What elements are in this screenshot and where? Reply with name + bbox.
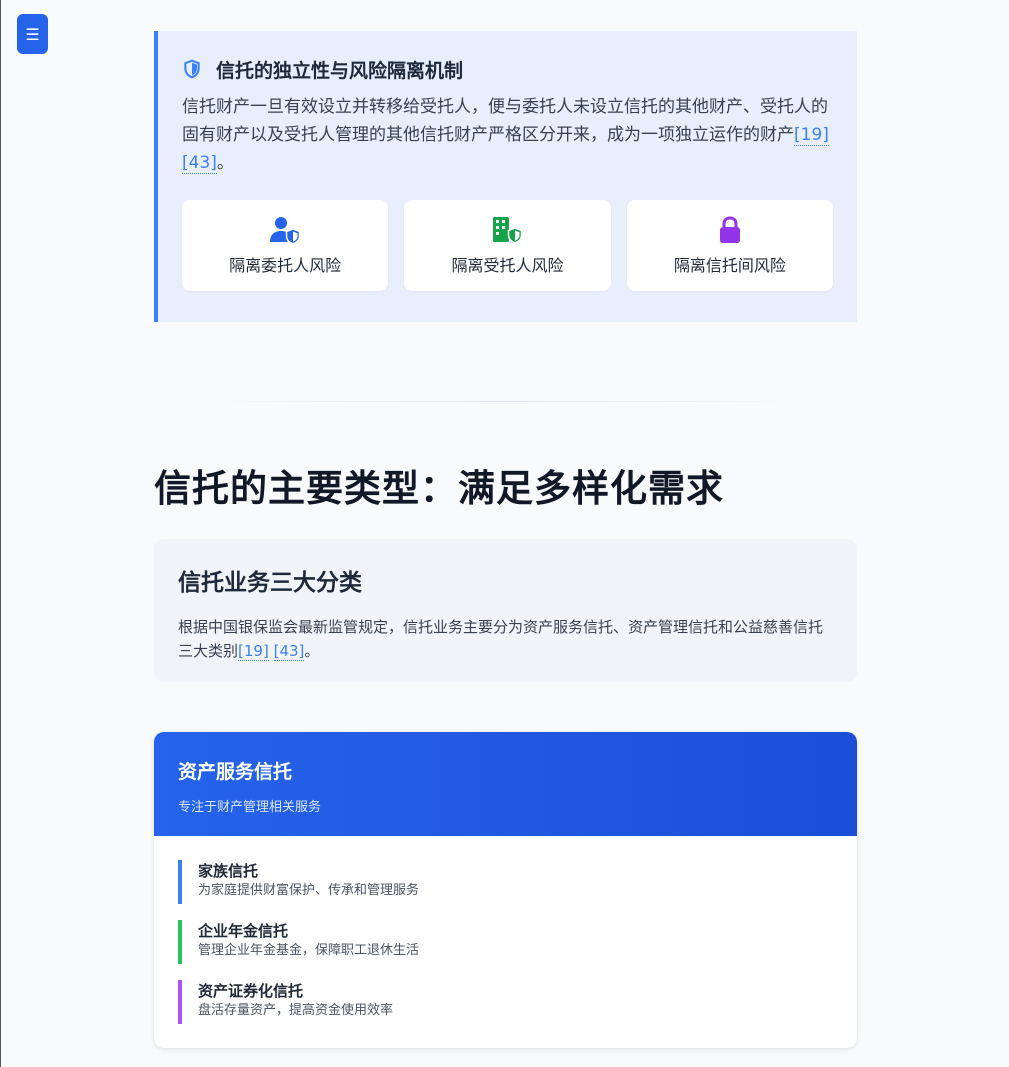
user-shield-icon — [270, 216, 301, 244]
info-title: 信托业务三大分类 — [178, 570, 362, 596]
item-desc: 管理企业年金基金，保障职工退休生活 — [198, 943, 420, 958]
panel-subtitle: 专注于财产管理相关服务 — [178, 800, 322, 815]
list-item-securitization-trust: 资产证券化信托 盘活存量资产，提高资金使用效率 — [178, 980, 833, 1024]
risk-isolation-callout: 信托的独立性与风险隔离机制 信托财产一旦有效设立并转移给受托人，便与委托人未设立… — [154, 31, 857, 322]
callout-title: 信托的独立性与风险隔离机制 — [216, 59, 464, 82]
trust-type-list: 家族信托 为家庭提供财富保护、传承和管理服务 企业年金信托 管理企业年金基金，保… — [154, 836, 857, 1024]
callout-body: 信托财产一旦有效设立并转移给受托人，便与委托人未设立信托的其他财产、受托人的固有… — [182, 93, 837, 177]
card-label: 隔离信托间风险 — [673, 255, 786, 275]
item-title: 企业年金信托 — [198, 922, 289, 940]
risk-cards: 隔离委托人风险 隔离受托人风险 隔离信托间风险 — [182, 200, 833, 291]
callout-header: 信托的独立性与风险隔离机制 — [182, 55, 833, 83]
callout-body-text: 信托财产一旦有效设立并转移给受托人，便与委托人未设立信托的其他财产、受托人的固有… — [182, 97, 828, 145]
item-desc: 盘活存量资产，提高资金使用效率 — [198, 1003, 394, 1018]
section-divider — [204, 401, 804, 402]
risk-card-settlor: 隔离委托人风险 — [182, 200, 389, 291]
citation-link[interactable]: [43] — [273, 642, 305, 661]
menu-button[interactable]: ☰ — [17, 14, 48, 54]
item-title: 资产证券化信托 — [198, 982, 304, 1000]
panel-title: 资产服务信托 — [178, 761, 293, 783]
info-body-end: 。 — [304, 642, 320, 660]
classification-info-box: 信托业务三大分类 根据中国银保监会最新监管规定，信托业务主要分为资产服务信托、资… — [154, 539, 857, 682]
asset-service-trust-panel: 资产服务信托 专注于财产管理相关服务 家族信托 为家庭提供财富保护、传承和管理服… — [154, 732, 857, 1048]
list-item-annuity-trust: 企业年金信托 管理企业年金基金，保障职工退休生活 — [178, 920, 833, 964]
card-label: 隔离委托人风险 — [229, 255, 342, 275]
item-title: 家族信托 — [198, 862, 259, 880]
citation-link[interactable]: [19] — [238, 642, 269, 661]
shield-icon — [184, 59, 200, 79]
item-desc: 为家庭提供财富保护、传承和管理服务 — [198, 883, 420, 898]
citation-link[interactable]: [43] — [182, 153, 217, 174]
risk-card-inter-trust: 隔离信托间风险 — [626, 200, 833, 291]
lock-icon — [719, 215, 740, 243]
info-body: 根据中国银保监会最新监管规定，信托业务主要分为资产服务信托、资产管理信托和公益慈… — [178, 615, 833, 663]
section-title: 信托的主要类型：满足多样化需求 — [154, 466, 724, 510]
risk-card-trustee: 隔离受托人风险 — [404, 200, 611, 291]
callout-body-end: 。 — [216, 153, 234, 173]
card-label: 隔离受托人风险 — [451, 255, 564, 275]
panel-header: 资产服务信托 专注于财产管理相关服务 — [154, 732, 857, 836]
building-shield-icon — [493, 216, 523, 244]
citation-link[interactable]: [19] — [794, 125, 829, 146]
list-item-family-trust: 家族信托 为家庭提供财富保护、传承和管理服务 — [178, 860, 833, 904]
menu-icon: ☰ — [25, 24, 40, 44]
